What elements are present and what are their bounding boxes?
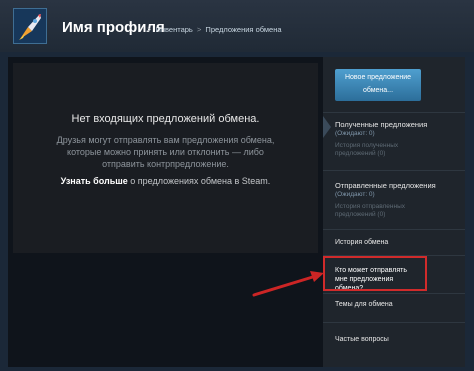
breadcrumb-trade-offers[interactable]: Предложения обмена [205, 25, 281, 34]
learn-more-line: Узнать больше о предложениях обмена в St… [13, 176, 318, 186]
empty-state-description: Друзья могут отправлять вам предложения … [56, 135, 275, 169]
avatar[interactable] [13, 8, 47, 44]
received-pending-count: (Ожидают: 0) [335, 130, 375, 137]
highlight-box [323, 256, 427, 291]
pointer-arrow-icon [252, 271, 324, 297]
breadcrumb-separator: > [147, 25, 152, 34]
rocket-avatar-icon [14, 9, 46, 43]
breadcrumb-separator: > [196, 25, 202, 34]
active-item-marker [323, 116, 331, 138]
sidebar-divider [323, 322, 465, 323]
sidebar-item-faq[interactable]: Частые вопросы [335, 336, 389, 343]
breadcrumb-inventory[interactable]: Инвентарь [155, 25, 192, 34]
sidebar-item-trade-history[interactable]: История обмена [335, 239, 388, 246]
sidebar-item-received[interactable]: Полученные предложения [335, 120, 427, 129]
sent-pending-count: (Ожидают: 0) [335, 191, 375, 198]
sidebar-divider [323, 112, 465, 113]
learn-more-text: о предложениях обмена в Steam. [127, 176, 271, 186]
breadcrumb: > Инвентарь > Предложения обмена [145, 25, 282, 34]
new-trade-offer-button[interactable]: Новое предложение обмена... [335, 69, 421, 101]
sidebar-divider [323, 229, 465, 230]
sidebar-divider [323, 170, 465, 171]
profile-header: Имя профиля > Инвентарь > Предложения об… [0, 0, 474, 52]
sidebar-item-trade-topics[interactable]: Темы для обмена [335, 301, 393, 308]
sidebar-item-sent[interactable]: Отправленные предложения [335, 181, 436, 190]
sidebar-item-sent-history[interactable]: История отправленных предложений (0) [335, 203, 425, 219]
trade-offers-main: Нет входящих предложений обмена. Друзья … [13, 63, 318, 253]
learn-more-link[interactable]: Узнать больше [61, 176, 128, 186]
sidebar-item-received-history[interactable]: История полученных предложений (0) [335, 142, 431, 158]
sidebar-divider [323, 293, 465, 294]
empty-state-title: Нет входящих предложений обмена. [71, 113, 260, 125]
